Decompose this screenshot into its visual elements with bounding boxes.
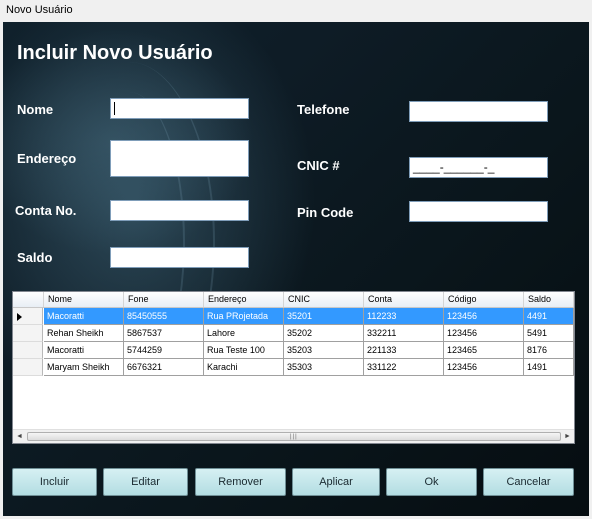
row-header[interactable] bbox=[13, 308, 43, 325]
cell-endereco[interactable]: Rua PRojetada bbox=[204, 308, 284, 325]
scroll-left-arrow-icon[interactable]: ◄ bbox=[13, 430, 26, 443]
cell-conta[interactable]: 331122 bbox=[364, 359, 444, 376]
aplicar-button[interactable]: Aplicar bbox=[292, 468, 380, 496]
cnic-masked-input[interactable]: ____-______-_ bbox=[409, 157, 548, 178]
table-row[interactable]: Rehan Sheikh 5867537 Lahore 35202 332211… bbox=[13, 325, 574, 342]
cancelar-button[interactable]: Cancelar bbox=[483, 468, 574, 496]
app-window: Novo Usuário Incluir Novo Usuário Nome E… bbox=[0, 0, 592, 519]
cell-saldo[interactable]: 4491 bbox=[524, 308, 574, 325]
cell-cnic[interactable]: 35202 bbox=[284, 325, 364, 342]
telefone-input[interactable] bbox=[409, 101, 548, 122]
label-conta: Conta No. bbox=[15, 203, 77, 218]
cell-fone[interactable]: 5867537 bbox=[124, 325, 204, 342]
editar-button[interactable]: Editar bbox=[103, 468, 188, 496]
column-header-nome[interactable]: Nome bbox=[44, 292, 124, 307]
cell-fone[interactable]: 5744259 bbox=[124, 342, 204, 359]
cell-conta[interactable]: 112233 bbox=[364, 308, 444, 325]
cell-fone[interactable]: 85450555 bbox=[124, 308, 204, 325]
cnic-mask: ____-______-_ bbox=[413, 160, 495, 174]
grid-header-row: Nome Fone Endereço CNIC Conta Código Sal… bbox=[13, 292, 574, 308]
column-header-conta[interactable]: Conta bbox=[364, 292, 444, 307]
cell-nome[interactable]: Macoratti bbox=[44, 308, 124, 325]
label-telefone: Telefone bbox=[297, 102, 350, 117]
horizontal-scrollbar[interactable]: ◄ ||| ► bbox=[13, 429, 574, 443]
endereco-input[interactable] bbox=[110, 140, 249, 177]
scroll-right-arrow-icon[interactable]: ► bbox=[561, 430, 574, 443]
cell-conta[interactable]: 332211 bbox=[364, 325, 444, 342]
column-header-codigo[interactable]: Código bbox=[444, 292, 524, 307]
grid-corner-header[interactable] bbox=[13, 292, 44, 307]
form-heading: Incluir Novo Usuário bbox=[17, 42, 213, 64]
cell-endereco[interactable]: Lahore bbox=[204, 325, 284, 342]
current-row-pointer-icon bbox=[17, 313, 22, 321]
label-endereco: Endereço bbox=[17, 151, 77, 166]
cell-cnic[interactable]: 35303 bbox=[284, 359, 364, 376]
nome-input[interactable] bbox=[110, 98, 249, 119]
label-cnic: CNIC # bbox=[297, 158, 340, 173]
cell-codigo[interactable]: 123465 bbox=[444, 342, 524, 359]
cell-saldo[interactable]: 8176 bbox=[524, 342, 574, 359]
cell-saldo[interactable]: 5491 bbox=[524, 325, 574, 342]
table-row[interactable]: Macoratti 5744259 Rua Teste 100 35203 22… bbox=[13, 342, 574, 359]
column-header-cnic[interactable]: CNIC bbox=[284, 292, 364, 307]
remover-button[interactable]: Remover bbox=[195, 468, 286, 496]
scrollbar-thumb[interactable]: ||| bbox=[27, 432, 561, 441]
ok-button[interactable]: Ok bbox=[386, 468, 477, 496]
cell-codigo[interactable]: 123456 bbox=[444, 308, 524, 325]
cell-cnic[interactable]: 35201 bbox=[284, 308, 364, 325]
title-bar[interactable]: Novo Usuário bbox=[0, 0, 592, 22]
window-title: Novo Usuário bbox=[6, 4, 73, 16]
pin-code-input[interactable] bbox=[409, 201, 548, 222]
cell-saldo[interactable]: 1491 bbox=[524, 359, 574, 376]
saldo-input[interactable] bbox=[110, 247, 249, 268]
table-row-selected[interactable]: Macoratti 85450555 Rua PRojetada 35201 1… bbox=[13, 308, 574, 325]
cell-nome[interactable]: Rehan Sheikh bbox=[44, 325, 124, 342]
cell-nome[interactable]: Macoratti bbox=[44, 342, 124, 359]
label-saldo: Saldo bbox=[17, 250, 53, 265]
row-header[interactable] bbox=[13, 359, 43, 376]
users-data-grid[interactable]: Nome Fone Endereço CNIC Conta Código Sal… bbox=[12, 291, 575, 444]
column-header-endereco[interactable]: Endereço bbox=[204, 292, 284, 307]
form-client-area: Incluir Novo Usuário Nome Endereço Conta… bbox=[3, 22, 589, 516]
incluir-button[interactable]: Incluir bbox=[12, 468, 97, 496]
cell-endereco[interactable]: Rua Teste 100 bbox=[204, 342, 284, 359]
column-header-saldo[interactable]: Saldo bbox=[524, 292, 574, 307]
cell-fone[interactable]: 6676321 bbox=[124, 359, 204, 376]
cell-codigo[interactable]: 123456 bbox=[444, 325, 524, 342]
cell-conta[interactable]: 221133 bbox=[364, 342, 444, 359]
cell-cnic[interactable]: 35203 bbox=[284, 342, 364, 359]
label-nome: Nome bbox=[17, 102, 54, 117]
row-header[interactable] bbox=[13, 342, 43, 359]
cell-nome[interactable]: Maryam Sheikh bbox=[44, 359, 124, 376]
cell-endereco[interactable]: Karachi bbox=[204, 359, 284, 376]
label-pin-code: Pin Code bbox=[297, 205, 354, 220]
conta-input[interactable] bbox=[110, 200, 249, 221]
text-caret bbox=[114, 102, 115, 115]
column-header-fone[interactable]: Fone bbox=[124, 292, 204, 307]
cell-codigo[interactable]: 123456 bbox=[444, 359, 524, 376]
table-row[interactable]: Maryam Sheikh 6676321 Karachi 35303 3311… bbox=[13, 359, 574, 376]
scrollbar-grip-icon: ||| bbox=[290, 434, 298, 440]
row-header[interactable] bbox=[13, 325, 43, 342]
